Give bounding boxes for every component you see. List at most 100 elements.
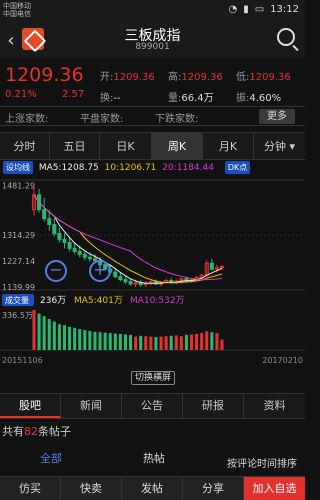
signal-icon: ▮ — [243, 4, 249, 15]
date-end-label: 20170210 — [262, 356, 303, 365]
post-count-suffix: 条帖子 — [38, 425, 71, 438]
carrier-2: 中国电信 — [3, 10, 31, 18]
y-tick-label: 1314.29 — [2, 231, 35, 240]
volume-bar — [57, 324, 61, 350]
volume-bar — [154, 337, 158, 350]
tab-intraday[interactable]: 分时 — [0, 133, 50, 160]
tab-profile[interactable]: 资料 — [244, 394, 305, 418]
sort-dropdown[interactable]: 按评论时间排序 — [227, 455, 297, 470]
flat-count-label: 平盘家数: — [80, 114, 124, 125]
zoom-out-button[interactable]: − — [45, 260, 67, 282]
open-label: 开: — [100, 72, 114, 83]
volume-bar — [68, 326, 72, 350]
volume-bar — [123, 334, 127, 350]
candle-body — [52, 224, 57, 235]
section-tabs: 股吧 新闻 公告 研报 资料 — [0, 393, 305, 419]
volume-bar — [37, 313, 41, 350]
tab-minute[interactable]: 分钟 ▾ — [254, 133, 305, 160]
volume-bar — [159, 336, 163, 350]
volume-bar — [215, 333, 219, 350]
volume-badge: 成交量 — [5, 295, 29, 305]
volume-bar — [174, 335, 178, 350]
dropdown-icon: ▾ — [285, 140, 296, 153]
tab-daily-k[interactable]: 日K — [100, 133, 152, 160]
battery-icon: ▭ — [254, 4, 265, 15]
volume-bar — [184, 334, 188, 350]
open-stat: 开:1209.36 — [100, 68, 155, 83]
down-count-label: 下跌家数: — [155, 114, 199, 125]
market-breadth: 上涨家数: 平盘家数: 下跌家数: 更多 — [0, 106, 305, 126]
volume-bar — [189, 334, 194, 350]
zoom-in-button[interactable]: + — [89, 260, 111, 282]
volume-bar — [164, 336, 168, 350]
volume-bar — [62, 325, 67, 350]
volume-bar — [103, 332, 107, 350]
add-watchlist-button[interactable]: 加入自选 — [244, 477, 305, 500]
candle-body — [47, 218, 52, 226]
filter-all[interactable]: 全部 — [40, 450, 62, 466]
vol-ma5-legend: MA5:401万 — [74, 296, 123, 306]
volume-value: 66.4万 — [181, 93, 214, 104]
volume-bar — [113, 333, 117, 350]
post-count-value: 82 — [24, 425, 38, 438]
date-start-label: 20151106 — [2, 356, 43, 365]
volume-tick: 336.5万 — [2, 311, 33, 320]
high-value: 1209.36 — [181, 72, 223, 83]
post-button[interactable]: 发帖 — [122, 477, 183, 500]
candle-body — [57, 233, 62, 240]
candle-body — [77, 250, 82, 255]
volume-bar — [195, 334, 199, 350]
amplitude-label: 振: — [236, 93, 250, 104]
volume-bar — [108, 333, 112, 350]
bottom-action-bar: 仿买 快卖 发帖 分享 加入自选 — [0, 476, 305, 500]
volume-bar — [47, 318, 51, 350]
tab-research[interactable]: 研报 — [183, 394, 244, 418]
period-tabs: 分时 五日 日K 周K 月K 分钟 ▾ — [0, 132, 305, 160]
share-button[interactable]: 分享 — [183, 477, 244, 500]
last-price: 1209.36 — [5, 64, 84, 86]
tab-monthly-k[interactable]: 月K — [203, 133, 254, 160]
buy-button[interactable]: 仿买 — [0, 477, 61, 500]
volume-bar — [118, 334, 122, 350]
candle-body — [72, 247, 77, 252]
up-count-label: 上涨家数: — [5, 114, 49, 125]
post-count: 共有82条帖子 — [2, 423, 71, 439]
wifi-icon: ◔ — [228, 4, 238, 15]
landscape-toggle-button[interactable]: 切换横屏 — [131, 371, 175, 385]
filter-hot[interactable]: 热帖 — [143, 450, 165, 466]
change-value: 2.57 — [62, 89, 85, 100]
candle-body — [82, 253, 87, 258]
volume-label: 量: — [168, 93, 182, 104]
candle-body — [123, 279, 128, 283]
app-root: 中国移动 中国电信 ◔ ▮ ▭ 13:12 ‹ 三板成指 899001 1209… — [0, 0, 305, 500]
y-tick-label: 1227.14 — [2, 257, 35, 266]
candle-body — [113, 271, 118, 278]
volume-bar — [52, 321, 56, 350]
tab-weekly-k[interactable]: 周K — [152, 133, 203, 160]
high-label: 高: — [168, 72, 182, 83]
tab-forum[interactable]: 股吧 — [0, 394, 61, 418]
turnover-stat: 换:-- — [100, 89, 121, 104]
sell-button[interactable]: 快卖 — [61, 477, 122, 500]
volume-stat: 量:66.4万 — [168, 89, 214, 104]
carrier-1: 中国移动 — [3, 2, 31, 10]
change-percent: 0.21% — [5, 89, 37, 100]
low-value: 1209.36 — [249, 72, 291, 83]
candle-body — [67, 241, 72, 249]
candle-body — [128, 281, 133, 285]
candle-body — [209, 262, 214, 270]
more-button[interactable]: 更多 — [259, 109, 295, 124]
tab-news[interactable]: 新闻 — [61, 394, 122, 418]
volume-bar — [139, 335, 143, 350]
tab-announcements[interactable]: 公告 — [122, 394, 183, 418]
amplitude-value: 4.60% — [249, 93, 282, 104]
volume-bar — [98, 332, 102, 350]
search-icon[interactable] — [277, 28, 295, 46]
candle-body — [87, 256, 92, 260]
volume-bar — [169, 335, 173, 350]
low-stat: 低:1209.36 — [236, 68, 291, 83]
volume-legend: 236万 — [40, 296, 66, 306]
carrier-text: 中国移动 中国电信 — [3, 2, 31, 18]
volume-bar — [144, 336, 148, 350]
tab-five-day[interactable]: 五日 — [50, 133, 100, 160]
